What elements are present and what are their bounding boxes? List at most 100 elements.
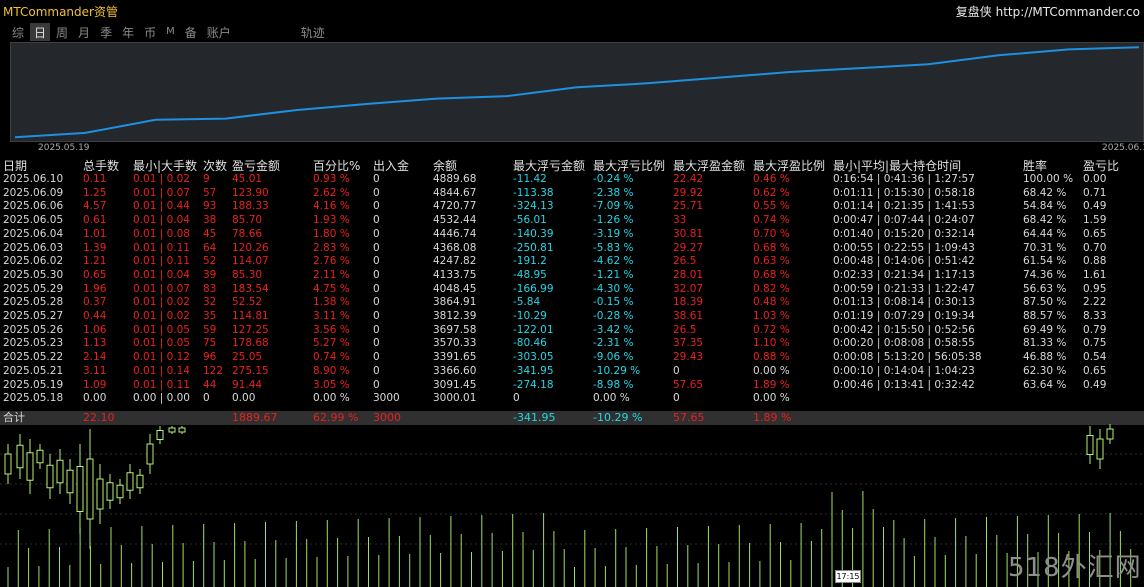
table-cell: 1.01 xyxy=(83,227,107,240)
table-cell: 188.33 xyxy=(232,200,269,213)
tab-month[interactable]: 月 xyxy=(74,23,94,41)
table-cell: 1.03 % xyxy=(753,310,790,322)
column-header[interactable]: 最小|平均|最大持仓时间 xyxy=(833,157,961,173)
table-cell: -0.24 % xyxy=(593,173,634,185)
table-cell: 0:01:11 | 0:15:30 | 0:58:18 xyxy=(833,186,975,199)
candle-body xyxy=(1096,438,1104,460)
tab-quarter[interactable]: 季 xyxy=(96,23,116,41)
column-header[interactable]: 盈亏比 xyxy=(1083,157,1119,173)
table-cell: 0:01:14 | 0:21:35 | 1:41:53 xyxy=(833,200,975,213)
table-cell: 0.01 | 0.07 xyxy=(133,186,190,199)
app-title: MTCommander资管 xyxy=(3,5,118,19)
table-row[interactable]: 2025.05.23 1.13 0.01 | 0.05 75 178.68 5.27 % 0… xyxy=(0,337,1144,351)
table-cell: 178.68 xyxy=(232,337,269,350)
table-cell: 0:01:40 | 0:15:20 | 0:32:14 xyxy=(833,227,975,240)
table-cell: 87.50 % xyxy=(1023,296,1067,309)
candle-body xyxy=(46,464,54,489)
candle-body xyxy=(178,427,186,433)
table-cell: 2025.05.19 xyxy=(3,378,64,391)
total-lots: 22.10 xyxy=(83,411,115,424)
column-header[interactable]: 最小|大手数 xyxy=(133,157,197,173)
table-cell: 1.06 xyxy=(83,323,107,336)
table-row[interactable]: 2025.05.18 0.00 0.00 | 0.00 0 0.00 0.00 % 3000… xyxy=(0,392,1144,406)
table-cell: 0.11 xyxy=(83,173,107,185)
table-row[interactable]: 2025.06.05 0.61 0.01 | 0.04 38 85.70 1.93 % 0 4… xyxy=(0,214,1144,228)
tab-year[interactable]: 年 xyxy=(118,23,138,41)
column-header[interactable]: 最大浮盈比例 xyxy=(753,157,825,173)
table-cell: 0.00 % xyxy=(753,364,790,377)
tab-week[interactable]: 周 xyxy=(52,23,72,41)
column-header[interactable]: 出入金 xyxy=(373,157,409,173)
table-cell: 2025.06.05 xyxy=(3,214,64,227)
table-cell: 81.33 % xyxy=(1023,337,1067,350)
table-cell: 0:00:42 | 0:15:50 | 0:52:56 xyxy=(833,323,975,336)
tab-m[interactable]: M xyxy=(162,23,179,41)
table-row[interactable]: 2025.06.06 4.57 0.01 | 0.44 93 188.33 4.16 % 0… xyxy=(0,200,1144,214)
tab-track[interactable]: 轨迹 xyxy=(297,23,329,41)
tab-notes[interactable]: 备 xyxy=(181,23,201,41)
table-row[interactable]: 2025.05.22 2.14 0.01 | 0.12 96 25.05 0.74 % 0 3… xyxy=(0,351,1144,365)
column-header[interactable]: 盈亏金额 xyxy=(232,157,280,173)
table-cell: 0 xyxy=(373,351,380,364)
table-cell: 2025.06.02 xyxy=(3,255,64,268)
column-header[interactable]: 最大浮亏比例 xyxy=(593,157,665,173)
column-header[interactable]: 百分比% xyxy=(313,157,360,173)
total-max-float-profit-pct: 1.89 % xyxy=(753,411,792,424)
table-row[interactable]: 2025.06.04 1.01 0.01 | 0.08 45 78.66 1.80 % 0 4… xyxy=(0,228,1144,242)
table-row[interactable]: 2025.06.03 1.39 0.01 | 0.11 64 120.26 2.83 % 0… xyxy=(0,242,1144,256)
table-cell: 35 xyxy=(203,310,217,322)
table-cell: 64.44 % xyxy=(1023,227,1067,240)
column-header[interactable]: 最大浮盈金额 xyxy=(673,157,745,173)
table-row[interactable]: 2025.05.27 0.44 0.01 | 0.02 35 114.81 3.11 % 0… xyxy=(0,310,1144,324)
table-cell: 3.05 % xyxy=(313,378,350,391)
table-cell: 0.01 | 0.02 xyxy=(133,173,190,185)
brand-link[interactable]: 复盘侠 http://MTCommander.co xyxy=(956,3,1140,20)
tab-currency[interactable]: 币 xyxy=(140,23,160,41)
table-row[interactable]: 2025.06.09 1.25 0.01 | 0.07 57 123.90 2.62 % 0… xyxy=(0,187,1144,201)
tab-summary[interactable]: 综 xyxy=(8,23,28,41)
table-cell: 0.00 xyxy=(83,392,107,405)
table-cell: 0.74 % xyxy=(313,351,350,364)
table-cell: 37.35 xyxy=(673,337,704,350)
tab-day[interactable]: 日 xyxy=(30,23,51,41)
table-row[interactable]: 2025.06.02 1.21 0.01 | 0.11 52 114.07 2.76 % 0… xyxy=(0,255,1144,269)
column-header[interactable]: 日期 xyxy=(3,157,27,173)
table-cell: 29.27 xyxy=(673,241,704,254)
column-header[interactable]: 余额 xyxy=(433,157,457,173)
table-cell: 2025.05.30 xyxy=(3,268,64,281)
table-row[interactable]: 2025.05.21 3.11 0.01 | 0.14 122 275.15 8.90 %… xyxy=(0,365,1144,379)
table-row[interactable]: 2025.05.29 1.96 0.01 | 0.07 83 183.54 4.75 % 0… xyxy=(0,283,1144,297)
table-row[interactable]: 2025.05.28 0.37 0.01 | 0.02 32 52.52 1.38 % 0 3… xyxy=(0,296,1144,310)
table-cell: 85.70 xyxy=(232,214,263,227)
candle-body xyxy=(96,478,104,510)
time-label: 17:15 xyxy=(835,570,861,583)
table-cell: 59 xyxy=(203,323,217,336)
tab-account[interactable]: 账户 xyxy=(203,23,235,41)
table-cell: -56.01 xyxy=(513,214,547,227)
table-cell: 120.26 xyxy=(232,241,269,254)
column-header[interactable]: 胜率 xyxy=(1023,157,1047,173)
table-cell: -7.09 % xyxy=(593,200,634,213)
column-header[interactable]: 最大浮亏金额 xyxy=(513,157,585,173)
table-cell: 0.01 | 0.11 xyxy=(133,255,190,268)
column-header[interactable]: 次数 xyxy=(203,157,227,173)
table-row[interactable]: 2025.05.30 0.65 0.01 | 0.04 39 85.30 2.11 % 0 4… xyxy=(0,269,1144,283)
table-cell: 2025.06.04 xyxy=(3,227,64,240)
column-header[interactable]: 总手数 xyxy=(83,157,119,173)
table-cell: 0 xyxy=(373,364,380,377)
table-row[interactable]: 2025.06.10 0.11 0.01 | 0.02 9 45.01 0.93 % 0 48… xyxy=(0,173,1144,187)
table-cell: -113.38 xyxy=(513,186,554,199)
table-cell: 85.30 xyxy=(232,268,263,281)
table-cell: 1.13 xyxy=(83,337,107,350)
table-cell: 0.46 % xyxy=(753,173,790,185)
table-cell: 2.62 % xyxy=(313,186,350,199)
table-cell: 3391.65 xyxy=(433,351,477,364)
table-cell: 2025.06.06 xyxy=(3,200,64,213)
table-cell: -250.81 xyxy=(513,241,554,254)
table-cell: 18.39 xyxy=(673,296,704,309)
table-row[interactable]: 2025.05.26 1.06 0.01 | 0.05 59 127.25 3.56 % 0… xyxy=(0,324,1144,338)
table-cell: 2025.06.03 xyxy=(3,241,64,254)
table-row[interactable]: 2025.05.19 1.09 0.01 | 0.11 44 91.44 3.05 % 0 3… xyxy=(0,379,1144,393)
candle-body xyxy=(156,430,164,440)
table-cell: 0 xyxy=(373,227,380,240)
